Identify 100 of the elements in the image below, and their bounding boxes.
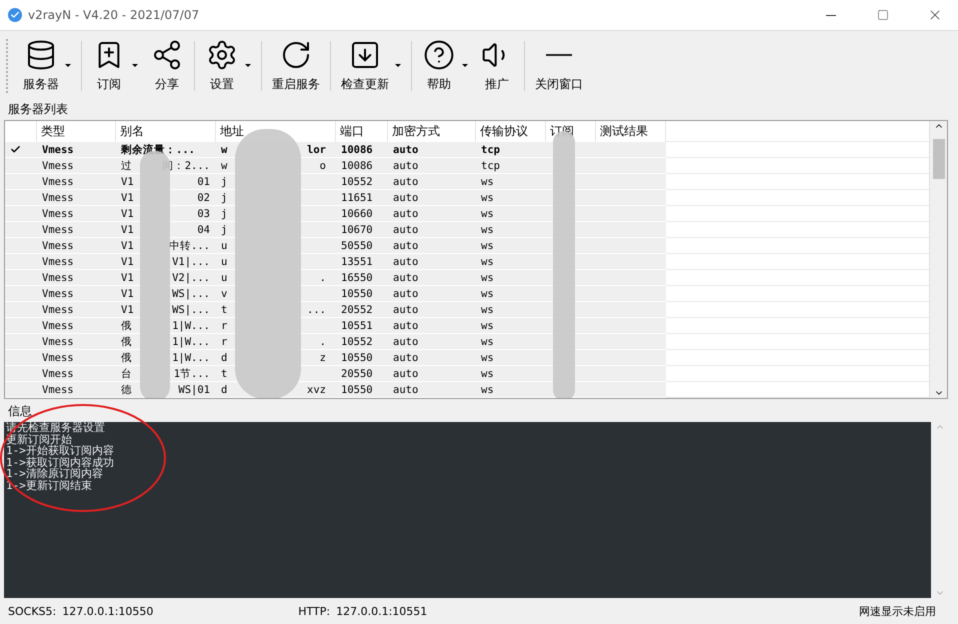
table-cell-text: 10550 <box>340 286 374 302</box>
table-cell-text: 13551 <box>340 254 374 270</box>
table-cell-text: 10550 <box>340 382 374 398</box>
table-cell-text: auto <box>392 286 420 302</box>
table-cell: 俄 <box>121 334 132 349</box>
table-cell: V1 <box>121 176 134 188</box>
section-title: 服务器列表 <box>7 100 69 118</box>
table-cell: . <box>320 336 326 348</box>
table-cell-text: auto <box>392 142 420 158</box>
table-cell-text: Vmess <box>41 142 75 158</box>
table-cell-text: ws <box>480 334 495 350</box>
table-cell-text: auto <box>392 382 420 398</box>
section-title: 信息 <box>7 403 33 420</box>
table-cell-text: 16550 <box>340 270 374 286</box>
table-cell-text: auto <box>392 366 420 382</box>
table-cell-text: Vmess <box>41 318 75 334</box>
toolbar-button[interactable]: 检查更新 <box>335 35 407 97</box>
table-cell-text: ws <box>480 302 495 318</box>
table-cell-text: ws <box>480 174 495 190</box>
table-cell-text: auto <box>392 254 420 270</box>
table-cell: lor <box>307 144 326 156</box>
table-cell-text: Vmess <box>41 366 75 382</box>
toolbar-button[interactable]: 分享 <box>144 35 190 97</box>
table-cell-text: 10552 <box>340 334 374 350</box>
table-cell: V1 <box>121 208 134 220</box>
toolbar-button[interactable]: 关闭窗口 <box>529 35 589 97</box>
table-cell: V1 <box>121 288 134 300</box>
table-cell: 俄 <box>121 318 132 333</box>
table-cell-text: 10660 <box>340 206 374 222</box>
table-cell: d <box>221 352 228 364</box>
table-cell-text: Vmess <box>41 190 75 206</box>
table-cell-text: ws <box>480 366 495 382</box>
table-cell: 01 <box>197 176 210 188</box>
table-cell: V1 <box>121 192 134 204</box>
table-cell-text: 10551 <box>340 318 374 334</box>
toolbar-button[interactable]: 服务器 <box>17 35 77 97</box>
table-cell-text: 10670 <box>340 222 374 238</box>
table-cell: o <box>320 160 326 172</box>
table-cell: V1 <box>121 224 134 236</box>
table-cell-text: Vmess <box>41 238 75 254</box>
toolbar-button[interactable]: 帮助 <box>416 35 474 97</box>
table-cell-text: Vmess <box>41 174 75 190</box>
toolbar-button[interactable]: 推广 <box>474 35 520 97</box>
table-cell: V1 <box>121 256 134 268</box>
toolbar-button[interactable]: 订阅 <box>86 35 144 97</box>
status-value: 127.0.0.1:10551 <box>336 604 428 618</box>
table-cell: 台 <box>121 366 132 381</box>
table-cell-text: Vmess <box>41 382 75 398</box>
minus-icon <box>546 54 572 56</box>
table-cell: V2|... <box>172 272 210 284</box>
table-cell: j <box>221 176 228 188</box>
table-cell-text: Vmess <box>41 350 75 366</box>
table-cell-text: ws <box>480 350 495 366</box>
help-icon <box>423 39 455 72</box>
table-cell: WS|01 <box>178 384 210 396</box>
table-cell: . <box>320 272 326 284</box>
table-cell: 德 <box>121 382 132 397</box>
table-cell-text: auto <box>392 222 420 238</box>
table-cell-text: tcp <box>480 158 501 174</box>
table-cell: ... <box>307 304 326 316</box>
table-cell-text: Vmess <box>41 334 75 350</box>
table-cell-text: 20552 <box>340 302 374 318</box>
log-line: 1->清除原订阅内容 <box>6 468 103 480</box>
table-cell: WS|... <box>172 304 210 316</box>
maximize-icon <box>877 9 889 21</box>
table-cell-text: tcp <box>480 142 501 158</box>
table-cell: V1 <box>121 272 134 284</box>
table-cell-text: ws <box>480 286 495 302</box>
table-cell: 1|W... <box>172 320 210 332</box>
table-cell: j <box>221 192 228 204</box>
table-cell: r <box>221 320 228 332</box>
table-cell: w <box>221 160 228 172</box>
table-cell-text: Vmess <box>41 158 75 174</box>
database-icon <box>25 39 57 72</box>
table-cell: j <box>221 224 228 236</box>
table-cell: d <box>221 384 228 396</box>
table-cell: 中转... <box>169 238 210 253</box>
table-cell-text: 50550 <box>340 238 374 254</box>
table-cell-text: ws <box>480 238 495 254</box>
scrollbar[interactable] <box>929 120 947 398</box>
log-line: 1->获取订阅内容成功 <box>6 456 115 468</box>
table-cell-text: 10086 <box>340 158 374 174</box>
table-cell-text: auto <box>392 158 420 174</box>
table-cell-text: ws <box>480 382 495 398</box>
toolbar-button[interactable]: 重启服务 <box>266 35 326 97</box>
table-cell: u <box>221 256 228 268</box>
status-label: SOCKS5: <box>8 604 56 618</box>
table-cell-text: auto <box>392 318 420 334</box>
table-cell: t <box>221 368 228 380</box>
table-cell-text: ws <box>480 318 495 334</box>
table-cell: xvz <box>307 384 326 396</box>
table-cell: WS|... <box>172 288 210 300</box>
table-cell-text: Vmess <box>41 302 75 318</box>
table-cell: 1|W... <box>172 336 210 348</box>
table-cell-text: Vmess <box>41 270 75 286</box>
status-text: 网速显示未启用 <box>859 604 936 619</box>
table-cell-text: 11651 <box>340 190 374 206</box>
table-cell-text: Vmess <box>41 206 75 222</box>
scrollbar-thumb[interactable] <box>932 138 944 179</box>
toolbar-button[interactable]: 设置 <box>199 35 257 97</box>
